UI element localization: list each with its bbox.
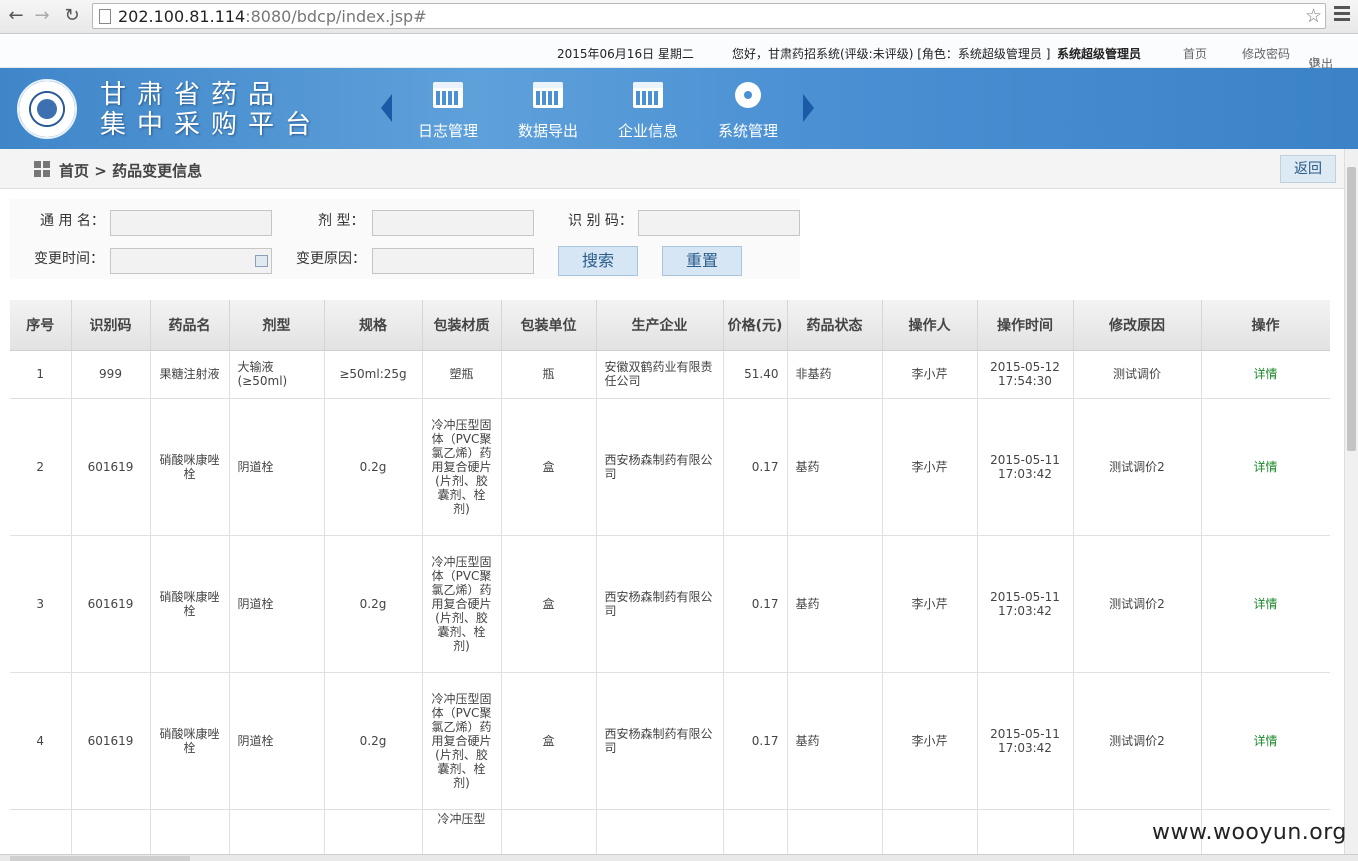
calendar-icon — [533, 82, 563, 108]
bookmark-star-icon[interactable]: ☆ — [1305, 5, 1322, 27]
change-reason-label: 变更原因： — [296, 251, 366, 267]
column-header: 包装材质 — [422, 300, 502, 351]
change-time-label: 变更时间： — [34, 251, 104, 267]
calendar-icon — [633, 82, 663, 108]
column-header: 生产企业 — [596, 300, 724, 351]
url-text: 202.100.81.114:8080/bdcp/index.jsp# — [118, 7, 427, 26]
generic-name-input[interactable] — [110, 210, 272, 236]
username: 系统超级管理员 — [1057, 47, 1142, 61]
scrollbar-thumb[interactable] — [1347, 167, 1356, 451]
table-header-row: 序号 识别码 药品名 剂型 规格 包装材质 包装单位 生产企业 价格(元) 药品… — [10, 300, 1330, 351]
greeting-text: 您好，甘肃药招系统(评级:未评级) [角色：系统超级管理员 ] — [732, 47, 1051, 61]
breadcrumb: 首页 > 药品变更信息 返回 — [0, 149, 1344, 189]
back-arrow-icon[interactable]: ← — [4, 4, 28, 28]
column-header: 药品状态 — [787, 300, 883, 351]
reset-button[interactable]: 重置 — [662, 246, 742, 276]
column-header: 剂型 — [229, 300, 325, 351]
horizontal-scrollbar[interactable] — [0, 854, 1358, 861]
back-button[interactable]: 返回 — [1280, 155, 1336, 183]
table-row: 3 601619 硝酸咪康唑栓 阴道栓 0.2g 冷冲压型固体（PVC聚氯乙烯）… — [10, 535, 1330, 673]
nav-scroll-left-icon[interactable] — [381, 94, 392, 122]
breadcrumb-home[interactable]: 首页 — [59, 162, 89, 180]
column-header: 识别码 — [71, 300, 151, 351]
grid-icon — [34, 161, 51, 178]
nav-log-management[interactable]: 日志管理 — [398, 78, 498, 141]
detail-link[interactable]: 详情 — [1201, 535, 1330, 673]
generic-name-label: 通 用 名： — [40, 213, 105, 229]
nav-company-info[interactable]: 企业信息 — [598, 78, 698, 141]
date-picker-icon[interactable] — [255, 255, 268, 267]
site-title: 甘肃省药品 集中采购平台 — [100, 80, 323, 140]
column-header: 包装单位 — [501, 300, 597, 351]
table-row: 2 601619 硝酸咪康唑栓 阴道栓 0.2g 冷冲压型固体（PVC聚氯乙烯）… — [10, 398, 1330, 536]
code-input[interactable] — [638, 210, 800, 236]
column-header: 操作时间 — [977, 300, 1074, 351]
page-icon — [99, 9, 111, 24]
column-header: 药品名 — [150, 300, 230, 351]
site-header: 甘肃省药品 集中采购平台 日志管理 数据导出 企业信息 系统管理 — [0, 68, 1358, 149]
change-password-link[interactable]: 修改密码 — [1242, 45, 1290, 62]
change-reason-input[interactable] — [372, 248, 534, 274]
drug-change-table: 序号 识别码 药品名 剂型 规格 包装材质 包装单位 生产企业 价格(元) 药品… — [10, 300, 1330, 854]
search-button[interactable]: 搜索 — [558, 246, 638, 276]
vertical-scrollbar[interactable] — [1344, 149, 1358, 854]
site-logo — [17, 79, 77, 139]
dosage-label: 剂 型： — [318, 213, 365, 229]
watermark: www.wooyun.org — [1152, 820, 1347, 845]
column-header: 序号 — [10, 300, 72, 351]
home-link[interactable]: 首页 — [1183, 45, 1207, 62]
column-header: 操作 — [1201, 300, 1330, 351]
forward-arrow-icon[interactable]: → — [30, 4, 54, 28]
code-label: 识 别 码： — [568, 213, 633, 229]
column-header: 修改原因 — [1073, 300, 1202, 351]
table-row: 4 601619 硝酸咪康唑栓 阴道栓 0.2g 冷冲压型固体（PVC聚氯乙烯）… — [10, 672, 1330, 810]
reload-icon[interactable]: ↻ — [60, 4, 84, 28]
calendar-icon — [433, 82, 463, 108]
nav-system-management[interactable]: 系统管理 — [698, 78, 798, 141]
breadcrumb-current: 药品变更信息 — [112, 162, 203, 180]
change-time-input[interactable] — [110, 248, 272, 274]
browser-toolbar: ← → ↻ 202.100.81.114:8080/bdcp/index.jsp… — [0, 0, 1358, 34]
search-form: 通 用 名： 剂 型： 识 别 码： 变更时间： 变更原因： 搜索 重置 — [10, 199, 800, 279]
detail-link[interactable]: 详情 — [1201, 672, 1330, 810]
nav-scroll-right-icon[interactable] — [803, 94, 814, 122]
browser-menu-icon[interactable] — [1334, 6, 1350, 22]
detail-link[interactable]: 详情 — [1201, 350, 1330, 399]
dosage-input[interactable] — [372, 210, 534, 236]
address-bar[interactable]: 202.100.81.114:8080/bdcp/index.jsp# ☆ — [92, 3, 1326, 29]
table-row: 1 999 果糖注射液 大输液(≥50ml) ≥50ml:25g 塑瓶 瓶 安徽… — [10, 350, 1330, 399]
nav-data-export[interactable]: 数据导出 — [498, 78, 598, 141]
table-row: 冷冲压型 — [10, 809, 1330, 854]
current-date: 2015年06月16日 星期二 — [557, 47, 694, 61]
gear-icon — [735, 82, 761, 108]
column-header: 操作人 — [882, 300, 978, 351]
column-header: 规格 — [324, 300, 423, 351]
column-header: 价格(元) — [723, 300, 788, 351]
detail-link[interactable]: 详情 — [1201, 398, 1330, 536]
top-info-bar: 2015年06月16日 星期二 您好，甘肃药招系统(评级:未评级) [角色：系统… — [0, 35, 1358, 71]
scrollbar-thumb[interactable] — [10, 856, 190, 861]
